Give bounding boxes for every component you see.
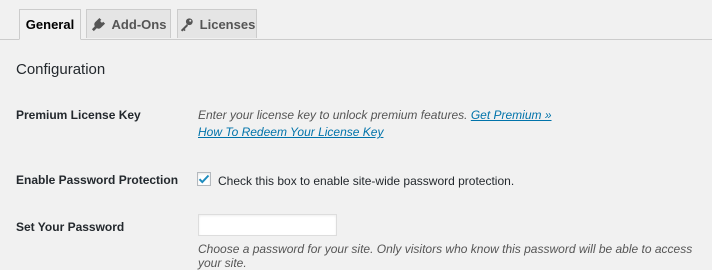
password-description: Choose a password for your site. Only vi… [198,242,693,270]
tab-add-ons[interactable]: Add-Ons [86,9,171,38]
tab-add-ons-label: Add-Ons [111,16,167,32]
license-description: Enter your license key to unlock premium… [198,108,552,122]
password-protection-checkbox[interactable] [197,172,211,186]
tab-general-label: General [25,17,75,32]
password-protection-label: Enable Password Protection [16,173,179,187]
tab-general[interactable]: General [19,9,81,40]
license-key-label: Premium License Key [16,108,141,122]
license-description-text: Enter your license key to unlock premium… [198,108,468,122]
get-premium-link[interactable]: Get Premium » [471,108,552,122]
redeem-license-link[interactable]: How To Redeem Your License Key [198,125,383,139]
key-icon [179,17,194,32]
password-protection-text: Check this box to enable site-wide passw… [218,174,515,188]
checkmark-icon [198,174,210,184]
tab-licenses[interactable]: Licenses [177,9,257,38]
plug-icon [91,17,106,32]
set-password-label: Set Your Password [16,220,125,234]
password-input[interactable] [198,214,337,236]
settings-tabs: General Add-Ons Licenses [0,0,712,40]
tab-licenses-label: Licenses [199,16,256,32]
section-title: Configuration [16,61,106,78]
